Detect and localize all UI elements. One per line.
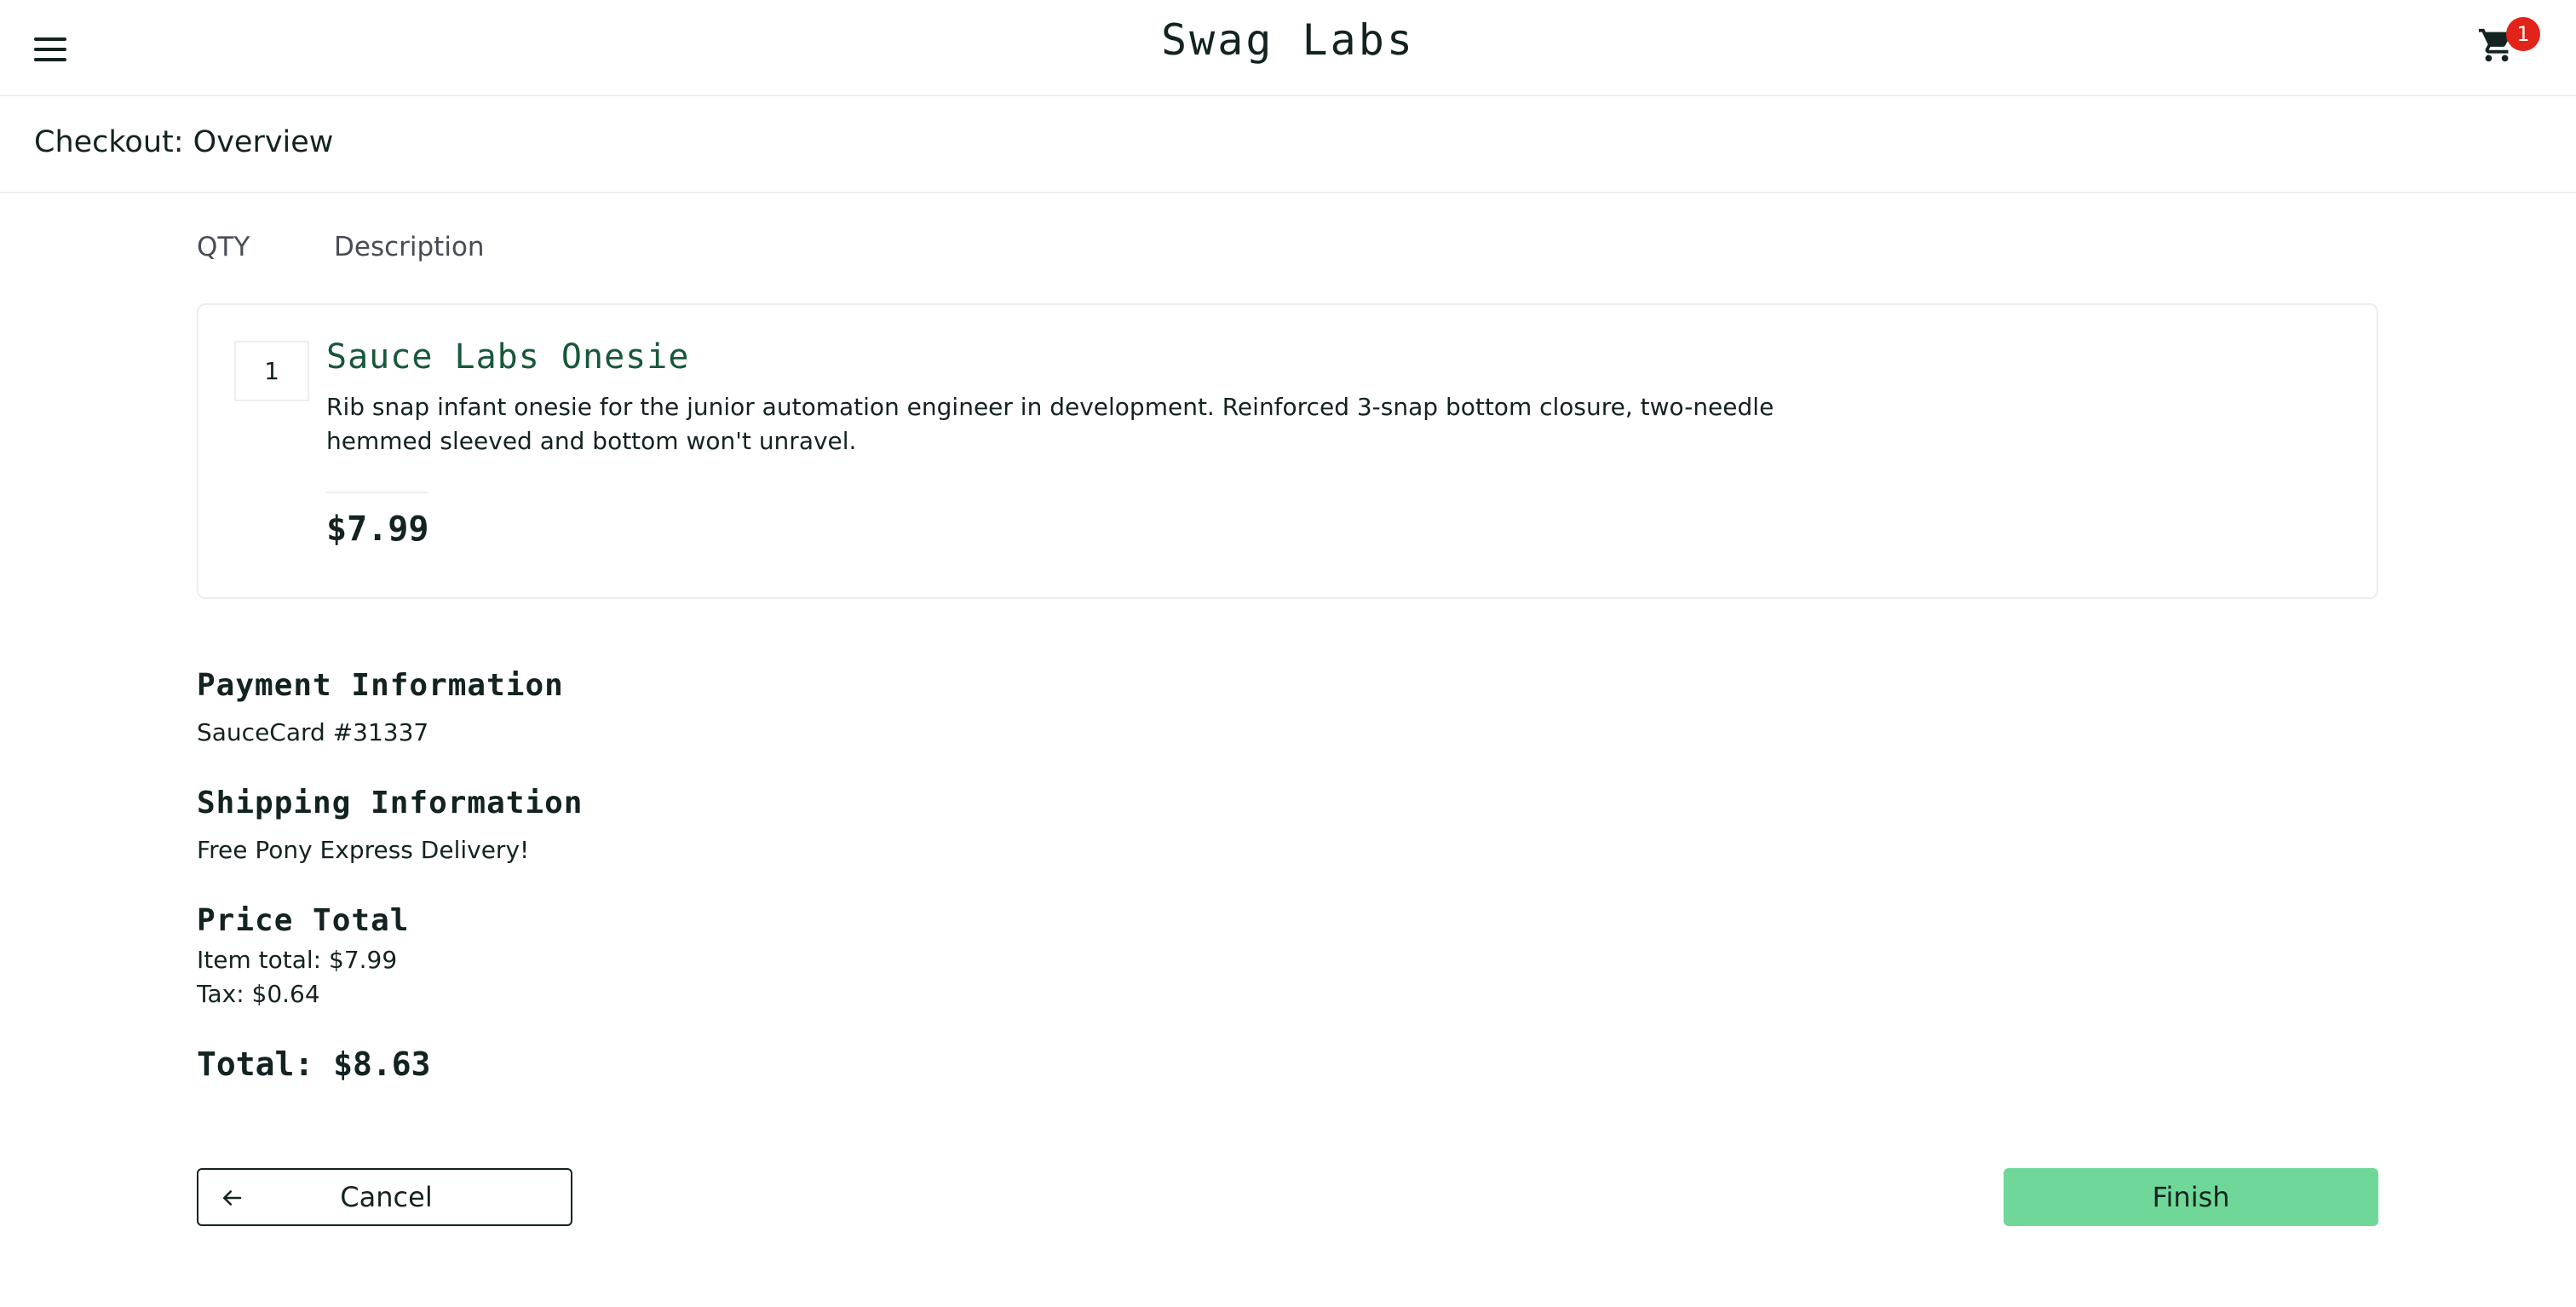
item-name-link[interactable]: Sauce Labs Onesie: [326, 337, 689, 377]
tax-value: Tax: $0.64: [197, 980, 320, 1008]
price-divider: [326, 492, 428, 493]
cart-item: 1 Sauce Labs Onesie Rib snap infant ones…: [197, 303, 2378, 599]
item-price: $7.99: [326, 510, 429, 549]
app-logo: Swag Labs: [1161, 15, 1415, 65]
finish-button[interactable]: Finish: [2004, 1168, 2378, 1226]
finish-button-label: Finish: [2152, 1181, 2230, 1213]
page-title: Checkout: Overview: [34, 125, 334, 159]
qty-column-header: QTY: [197, 232, 250, 262]
shipping-info-label: Shipping Information: [197, 786, 584, 820]
payment-info-label: Payment Information: [197, 668, 564, 703]
item-total: Item total: $7.99: [197, 946, 398, 974]
description-column-header: Description: [334, 232, 485, 262]
primary-header: Swag Labs 1: [0, 0, 2576, 96]
secondary-header: Checkout: Overview: [0, 96, 2576, 193]
cancel-button[interactable]: Cancel: [197, 1168, 572, 1226]
price-total-label: Price Total: [197, 903, 410, 938]
shopping-cart-link[interactable]: 1: [2477, 17, 2540, 68]
cancel-button-label: Cancel: [340, 1181, 433, 1213]
shipping-info-value: Free Pony Express Delivery!: [197, 836, 530, 864]
cart-badge: 1: [2506, 17, 2540, 51]
item-quantity: 1: [234, 341, 309, 401]
hamburger-menu-icon[interactable]: [34, 36, 66, 63]
order-total: Total: $8.63: [197, 1045, 431, 1083]
item-description: Rib snap infant onesie for the junior au…: [326, 393, 1774, 455]
payment-info-value: SauceCard #31337: [197, 718, 429, 746]
